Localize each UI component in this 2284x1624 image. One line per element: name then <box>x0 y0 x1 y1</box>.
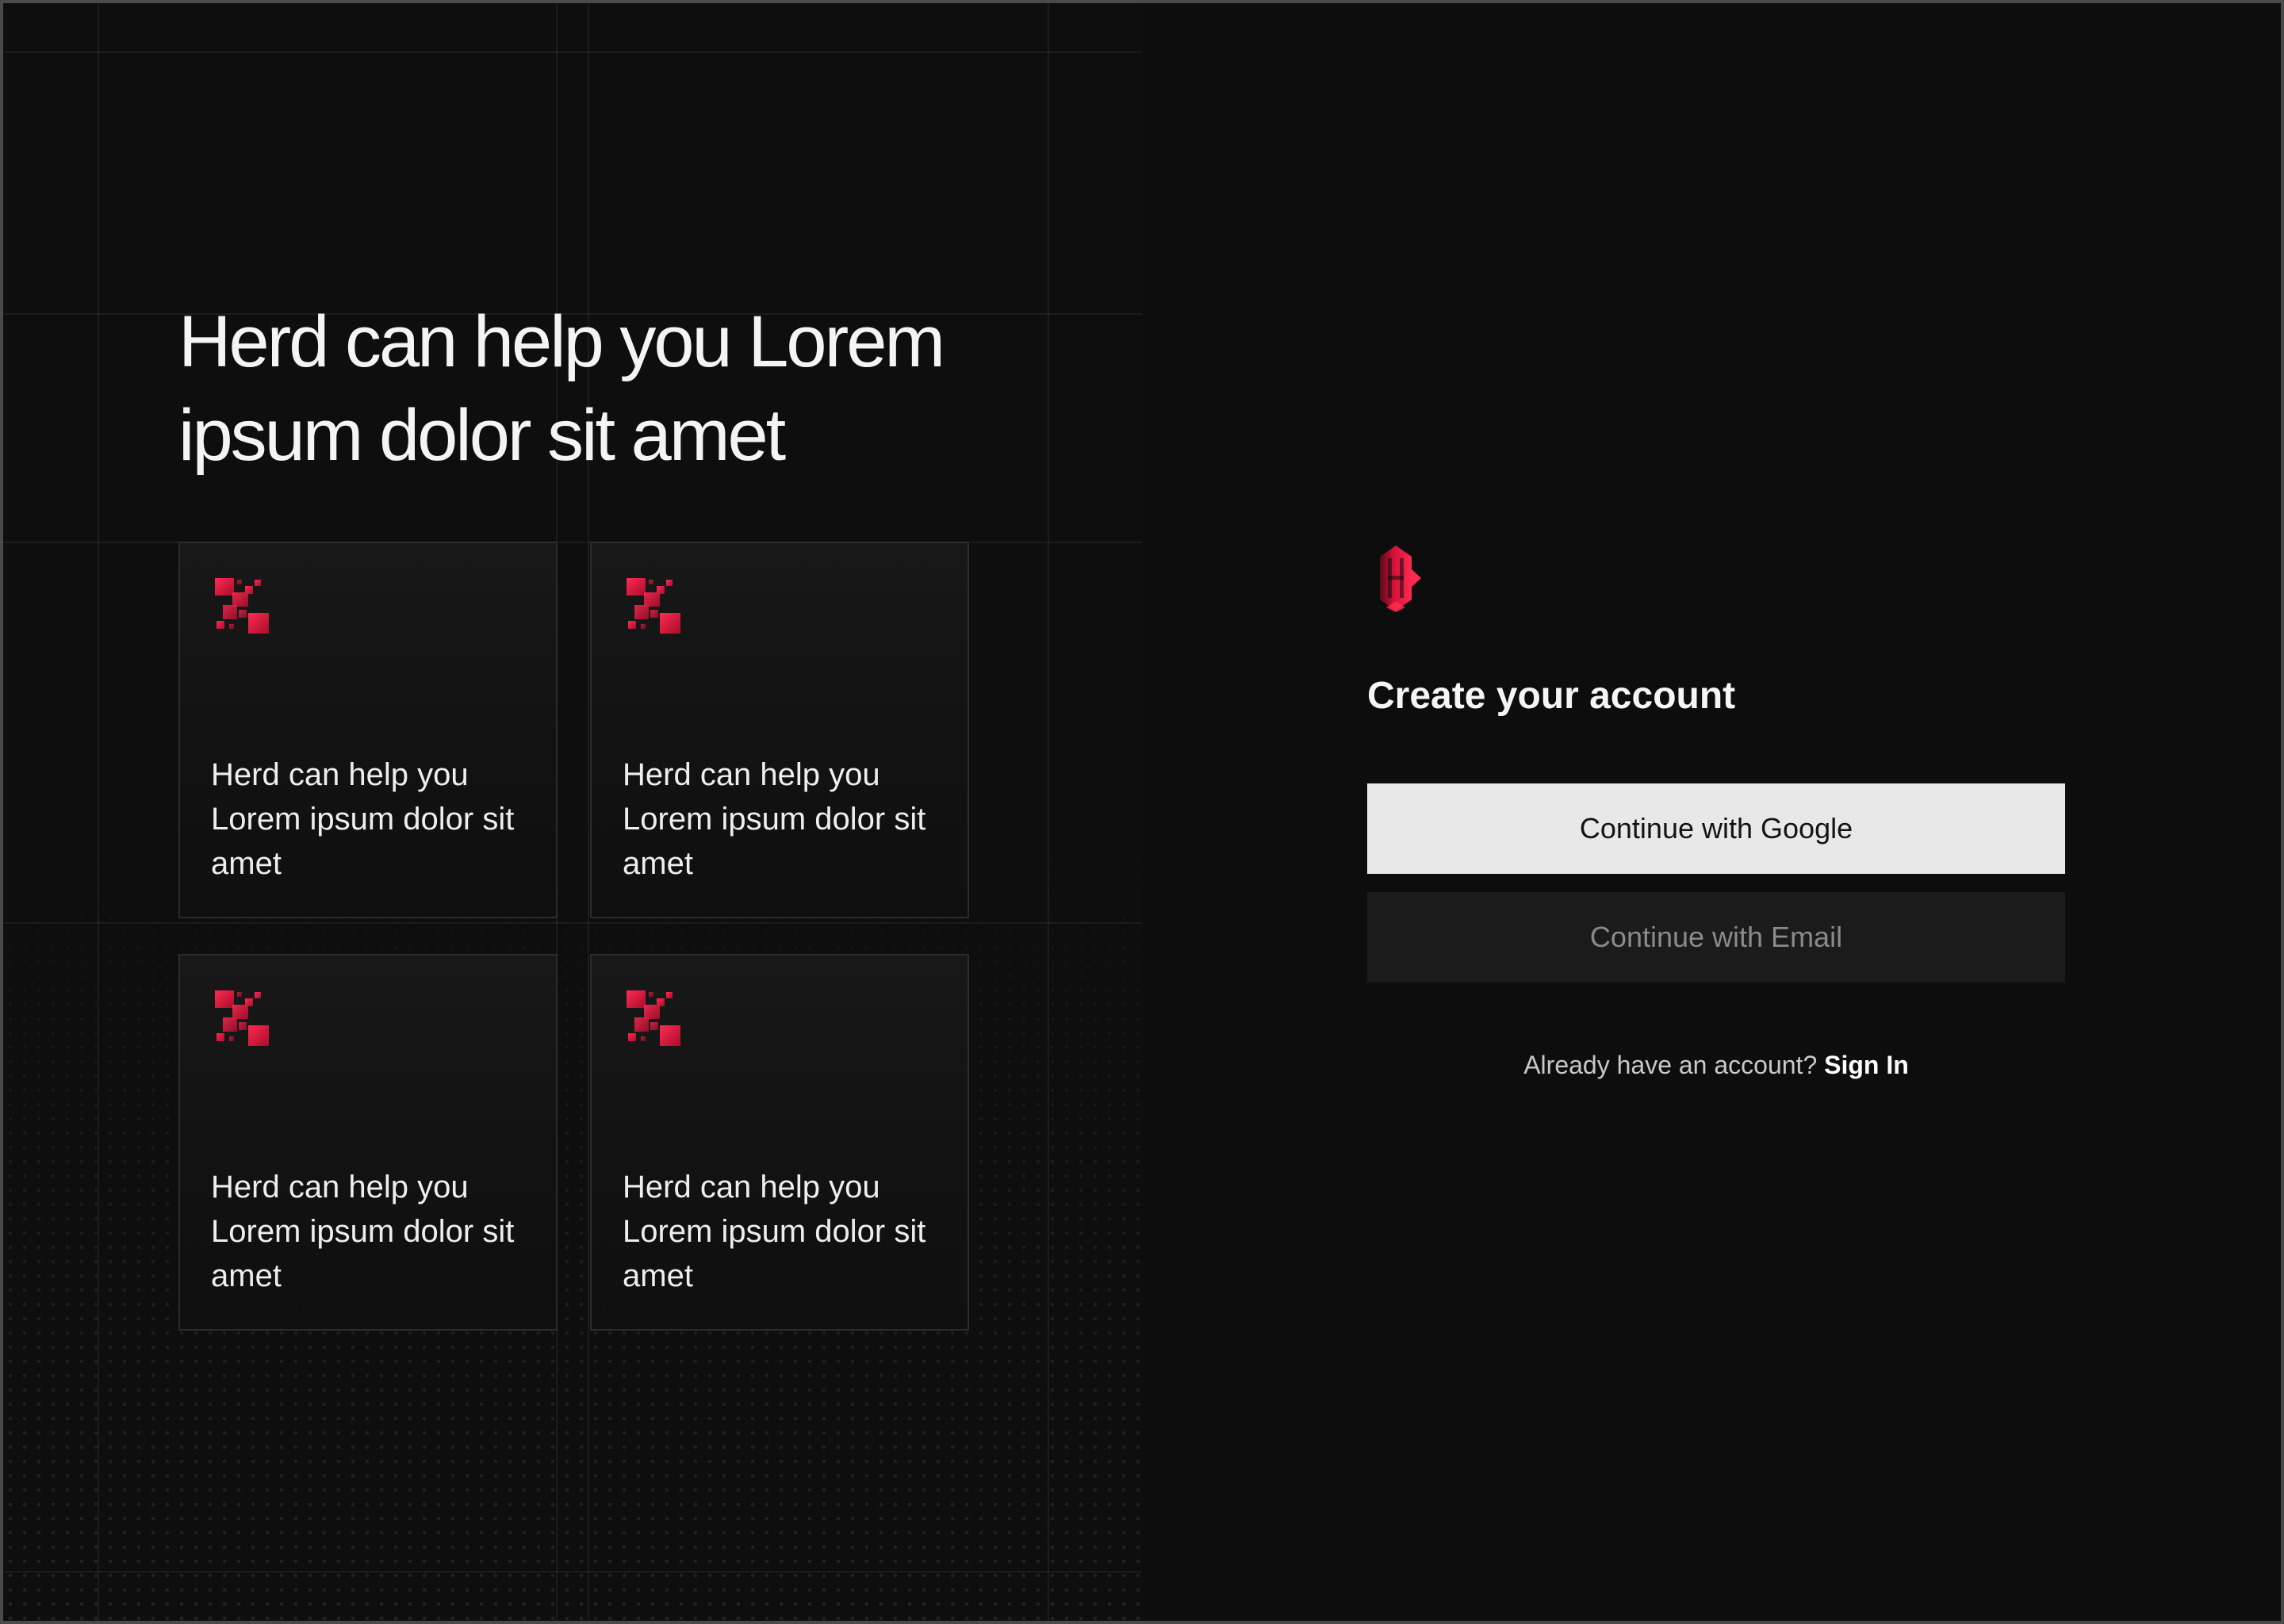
feature-card: Herd can help you Lorem ipsum dolor sit … <box>590 542 969 918</box>
red-pixel-cluster-icon <box>627 990 680 1046</box>
headline-line-1: Herd can help you Lorem <box>178 301 945 382</box>
sign-in-link[interactable]: Sign In <box>1824 1051 1909 1079</box>
marketing-panel: Herd can help you Lorem ipsum dolor sit … <box>3 3 1142 1621</box>
grid-lines-background <box>3 3 1142 1621</box>
red-pixel-cluster-icon <box>215 990 269 1046</box>
feature-card: Herd can help you Lorem ipsum dolor sit … <box>590 954 969 1331</box>
signin-prompt-text: Already have an account? <box>1523 1051 1818 1079</box>
red-pixel-cluster-icon <box>215 578 269 634</box>
feature-card: Herd can help you Lorem ipsum dolor sit … <box>178 954 558 1331</box>
herd-logo-icon <box>1380 546 1421 612</box>
create-account-title: Create your account <box>1367 675 1736 717</box>
feature-card-text: Herd can help you Lorem ipsum dolor sit … <box>211 1170 515 1293</box>
feature-card-text: Herd can help you Lorem ipsum dolor sit … <box>623 1170 926 1293</box>
feature-card-text: Herd can help you Lorem ipsum dolor sit … <box>211 757 515 881</box>
feature-card-text: Herd can help you Lorem ipsum dolor sit … <box>623 757 926 881</box>
signin-prompt-row: Already have an account? Sign In <box>1367 1045 2065 1085</box>
marketing-headline: Herd can help you Lorem ipsum dolor sit … <box>178 295 1003 482</box>
continue-with-email-button[interactable]: Continue with Email <box>1367 892 2065 982</box>
red-pixel-cluster-icon <box>627 578 680 634</box>
feature-card: Herd can help you Lorem ipsum dolor sit … <box>178 542 558 918</box>
headline-line-2: ipsum dolor sit amet <box>178 395 786 476</box>
app-window: Herd can help you Lorem ipsum dolor sit … <box>0 0 2284 1624</box>
continue-with-google-button[interactable]: Continue with Google <box>1367 783 2065 874</box>
